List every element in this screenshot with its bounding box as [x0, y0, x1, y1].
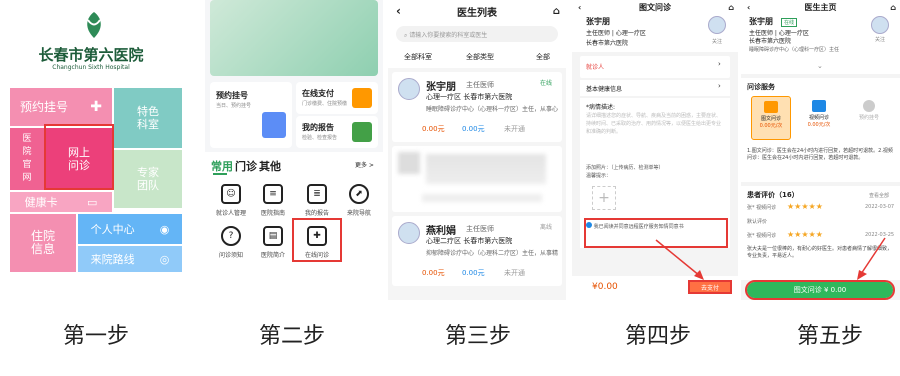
- page-title: 图文问诊: [639, 2, 671, 12]
- home-icon[interactable]: ⌂: [728, 3, 734, 12]
- more-link[interactable]: 更多 >: [355, 160, 374, 169]
- caption-step5: 第五步: [796, 324, 863, 349]
- tab-other[interactable]: 其他: [259, 158, 281, 174]
- doctor-card[interactable]: 燕利娟 主任医师 离线 心理二疗区 长春市第六医院 抑郁障碍诊疗中心（心理科二疗…: [392, 216, 562, 286]
- avatar: [871, 16, 889, 34]
- hospital-logo-icon: [87, 12, 101, 38]
- caption-step4: 第四步: [624, 324, 691, 349]
- patient-manage-icon[interactable]: ☺: [221, 184, 241, 204]
- card-icon: ▭: [86, 195, 98, 209]
- add-photo-button[interactable]: +: [592, 186, 616, 210]
- page-header: ‹ 医生主页 ⌂: [741, 0, 900, 14]
- consult-notice-icon[interactable]: ?: [221, 226, 241, 246]
- filter-dept[interactable]: 全部科室: [404, 52, 432, 62]
- report-card[interactable]: 我的报告 检验、检查报告: [296, 116, 378, 148]
- caption-step3: 第三步: [444, 324, 511, 349]
- plus-icon: [863, 100, 875, 112]
- step3-screen: ‹ 医生列表 ⌂ ⌕ 请输入你要搜索的科室或医生 全部科室 全部类型 全部 张宇…: [388, 0, 566, 300]
- page-header: ‹ 医生列表 ⌂: [388, 0, 566, 22]
- avatar: [708, 16, 726, 34]
- description-textarea[interactable]: 请详细描述您的症状、导航、疾病及当前的困惑，主要症状、持续时间、已采取的治疗、用…: [586, 112, 724, 160]
- tab-outpatient[interactable]: 门诊: [235, 158, 257, 174]
- page-header: ‹ 图文问诊 ⌂: [572, 0, 738, 14]
- navigation-icon[interactable]: ⬈: [349, 184, 369, 204]
- caption-step2: 第二步: [258, 324, 325, 349]
- patient-select[interactable]: ›: [718, 60, 721, 68]
- payment-card[interactable]: 在线支付 门诊缴费、住院预缴: [296, 82, 378, 114]
- page-title: 医生列表: [457, 7, 497, 19]
- text-consult-button[interactable]: 图文问诊 ¥ 0.00: [745, 280, 895, 300]
- total-price: ¥0.00: [592, 282, 618, 292]
- step1-screen: 长春市第六医院 Changchun Sixth Hospital 预约挂号 ✚ 特…: [0, 0, 182, 300]
- tile-inpatient-info[interactable]: 住院信息: [10, 214, 76, 272]
- service-appointment[interactable]: 预约挂号: [849, 96, 889, 140]
- chevron-down-icon[interactable]: ⌄: [817, 62, 823, 70]
- status-badge: 在线: [781, 18, 798, 27]
- step2-screen: 预约挂号 当日、预约挂号 在线支付 门诊缴费、住院预缴 我的报告 检验、检查报告…: [205, 0, 383, 300]
- tile-personal-center[interactable]: 个人中心 ◉: [78, 214, 182, 244]
- calendar-icon: [262, 112, 286, 138]
- back-icon[interactable]: ‹: [578, 3, 581, 12]
- search-input[interactable]: ⌕ 请输入你要搜索的科室或医生: [396, 26, 558, 42]
- rating-stars: ★★★★★: [787, 202, 823, 211]
- report-icon: [352, 122, 372, 142]
- back-icon[interactable]: ‹: [396, 4, 401, 18]
- service-video-consult[interactable]: 视频问诊 0.00元/次: [799, 96, 839, 140]
- video-icon: [812, 100, 826, 112]
- tile-expert-team[interactable]: 专家团队: [114, 150, 182, 208]
- filter-type[interactable]: 全部类型: [466, 52, 494, 62]
- rating-stars: ★★★★★: [787, 230, 823, 239]
- back-icon[interactable]: ‹: [747, 3, 750, 12]
- plus-icon: ✚: [90, 98, 102, 115]
- avatar: [398, 222, 420, 244]
- banner-image: [210, 0, 378, 76]
- filter-all[interactable]: 全部: [536, 52, 550, 62]
- hospital-intro-icon[interactable]: ▤: [263, 226, 283, 246]
- view-all-link[interactable]: 查看全部: [869, 192, 889, 199]
- step5-screen: ‹ 医生主页 ⌂ 张宇朋 在线 主任医师 | 心理一疗区 长春市第六医院 睡眠障…: [741, 0, 900, 300]
- blurred-prices: [422, 194, 542, 202]
- hospital-english-name: Changchun Sixth Hospital: [52, 64, 130, 71]
- highlight-box: [44, 124, 114, 190]
- step4-screen: ‹ 图文问诊 ⌂ 张宇朋 主任医师 | 心理一疗区 长春市第六医院 关注 就诊人…: [572, 0, 738, 300]
- doctor-card[interactable]: 张宇朋 主任医师 在线 心理一疗区 长春市第六医院 睡眠障碍诊疗中心（心理科一疗…: [392, 72, 562, 142]
- search-icon: ⌕: [404, 32, 408, 39]
- tile-official-site[interactable]: 医院官网: [10, 128, 44, 190]
- tab-common[interactable]: 常用: [211, 158, 233, 174]
- page-title: 医生主页: [804, 2, 837, 12]
- arrow-annotation: [655, 239, 704, 280]
- wallet-icon: [352, 88, 372, 108]
- blurred-avatar: [398, 152, 420, 174]
- doctor-card[interactable]: [392, 146, 562, 212]
- follow-button[interactable]: 关注: [875, 36, 885, 43]
- chevron-right-icon[interactable]: ›: [718, 82, 721, 90]
- service-text-consult[interactable]: 图文问诊 0.00元/次: [751, 96, 791, 140]
- caption-step1: 第一步: [62, 324, 129, 349]
- location-icon: ◎: [159, 252, 170, 266]
- tile-appointment[interactable]: 预约挂号 ✚: [10, 88, 112, 126]
- tile-route[interactable]: 来院路线 ◎: [78, 246, 182, 272]
- follow-button[interactable]: 关注: [712, 38, 722, 45]
- arrow-annotation: [857, 237, 886, 280]
- user-icon: ◉: [159, 222, 170, 236]
- text-consult-icon: [764, 101, 778, 113]
- pay-button[interactable]: 去支付: [688, 280, 732, 294]
- my-report-icon[interactable]: ≣: [307, 184, 327, 204]
- appointment-card[interactable]: 预约挂号 当日、预约挂号: [210, 82, 292, 148]
- home-icon[interactable]: ⌂: [553, 6, 560, 17]
- blurred-text: [426, 154, 546, 184]
- highlight-box: [292, 218, 342, 262]
- tile-health-card[interactable]: 健康卡 ▭: [10, 192, 112, 212]
- home-icon[interactable]: ⌂: [890, 3, 896, 12]
- tile-special-dept[interactable]: 特色科室: [114, 88, 182, 148]
- tab-underline: [213, 173, 227, 175]
- guide-icon[interactable]: ≡: [263, 184, 283, 204]
- avatar: [398, 78, 420, 100]
- hospital-name: 长春市第六医院: [38, 46, 144, 64]
